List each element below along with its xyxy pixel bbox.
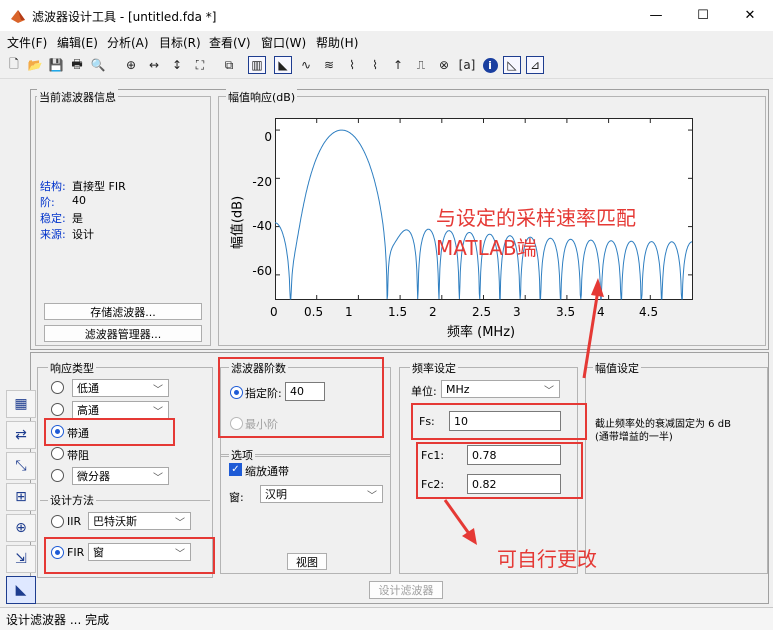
- arrow-head-down: [462, 528, 477, 545]
- arrow-line-down: [443, 499, 472, 536]
- annotation-arrows: [443, 278, 604, 545]
- annotation-match-rate: 与设定的采样速率匹配: [436, 206, 636, 230]
- arrow-line-up: [582, 289, 600, 379]
- annotation-matlab: MATLAB端: [436, 236, 537, 260]
- arrow-head-up: [591, 278, 604, 297]
- annotation-editable: 可自行更改: [497, 547, 597, 571]
